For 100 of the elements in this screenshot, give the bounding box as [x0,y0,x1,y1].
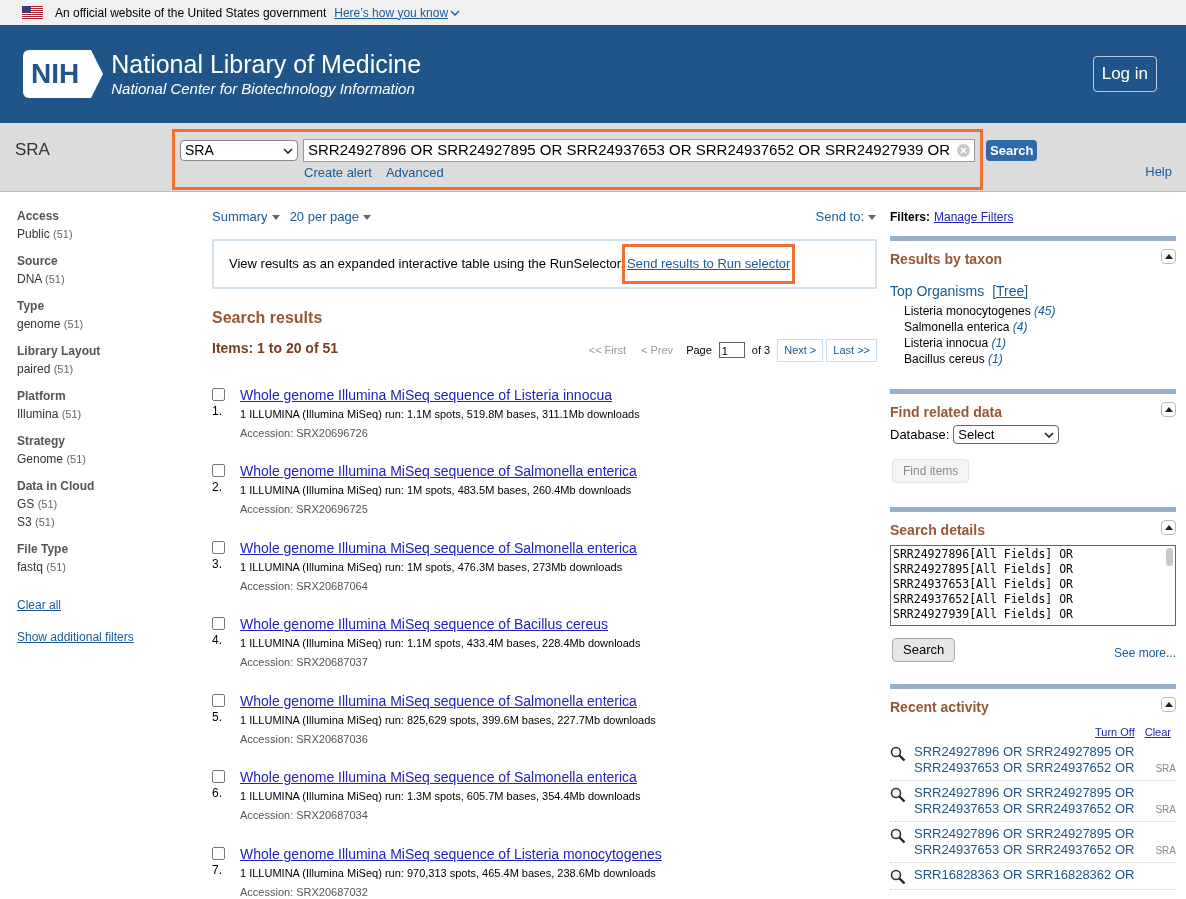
banner-link[interactable]: Here’s how you know [334,3,461,22]
triangle-up-icon [1164,524,1173,530]
magnifier-icon [890,869,906,885]
collapse-toggle[interactable] [1161,696,1176,712]
result-number: 2. [212,479,222,497]
result-accession: Accession: SRX20687064 [240,578,369,594]
search-option-link[interactable]: Advanced [385,163,444,183]
filter-item[interactable]: genome (51) [17,315,200,333]
tree-link[interactable]: [Tree] [992,281,1029,302]
result-number: 6. [212,785,222,803]
filter-item[interactable]: GS (51) [17,495,200,513]
per-page-menu[interactable]: 20 per page [289,208,372,226]
search-field[interactable]: SRR24927896 OR SRR24927895 OR SRR24937653 OR SRR24937652 OR SRR24927939 OR [303,139,975,162]
result-checkbox[interactable] [212,693,225,707]
filter-item[interactable]: Illumina (51) [17,405,200,423]
result-checkbox[interactable] [212,770,225,784]
result-title-link[interactable]: Whole genome Illumina MiSeq sequence of Salmonella enterica [240,769,641,787]
help-link[interactable]: Help [1145,161,1172,181]
pagination-link[interactable]: Last >> [826,339,877,362]
run-selector-text: View results as an expanded interactive table using the RunSelector. [229,255,625,274]
chevron-down-icon [283,147,293,154]
flag-icon [22,6,43,19]
database-tag: SRA [1155,761,1176,776]
pagination-link[interactable]: Next > [777,339,824,362]
result-checkbox[interactable] [212,464,225,478]
filter-item[interactable]: S3 (51) [17,513,200,531]
filter-item[interactable]: fastq (51) [17,558,200,576]
top-organisms-label: Top Organisms [890,282,985,301]
clear-icon [957,144,970,157]
result-checkbox[interactable] [212,847,225,861]
collapse-toggle[interactable] [1161,519,1176,535]
chevron-down-icon [1044,431,1055,438]
filter-item[interactable]: paired (51) [17,360,200,378]
result-checkbox[interactable] [212,617,225,631]
manage-filters-link[interactable]: Manage Filters [934,208,1014,226]
result-accession: Accession: SRX20687036 [240,731,369,747]
results-title: Search results [212,308,324,328]
collapse-toggle[interactable] [1161,249,1176,264]
turn-off-link[interactable]: Turn Off [1094,723,1135,740]
filter-item[interactable]: Public (51) [17,225,200,243]
result-description: 1 ILLUMINA (Illumina MiSeq) run: 1.1M spots, 519.8M bases, 311.1Mb downloads [240,406,640,422]
result-checkbox[interactable] [212,387,225,401]
result-description: 1 ILLUMINA (Illumina MiSeq) run: 1M spots, 476.3M bases, 273Mb downloads [240,559,624,575]
database-label: Database: [890,426,950,444]
search-option-link[interactable]: Create alert [304,163,372,183]
section-title: Search details [890,520,985,540]
recent-search-link[interactable]: SRR24927896 OR SRR24927895 OR SRR24937653 OR SRR24937652 OR [914,744,1142,776]
format-menu[interactable]: Summary [212,208,280,226]
result-description: 1 ILLUMINA (Illumina MiSeq) run: 970,313 spots, 465.4M bases, 238.6Mb downloads [240,866,657,882]
site-subtitle: National Center for Biotechnology Information [111,80,416,99]
clear-link[interactable]: Clear [1144,723,1171,740]
result-title-link[interactable]: Whole genome Illumina MiSeq sequence of Bacillus cereus [240,616,641,634]
organism-item[interactable]: Bacillus cereus (1) [904,351,1176,367]
result-accession: Accession: SRX20687034 [240,808,369,824]
search-button[interactable]: Search [986,140,1038,161]
results-count: Items: 1 to 20 of 51 [212,338,339,358]
recent-search-link[interactable]: SRR24927896 OR SRR24927895 OR SRR24937653 OR SRR24937652 OR [914,785,1142,817]
section-title: Recent activity [890,697,989,717]
search-details-field[interactable]: SRR24927896[All Fields] OR SRR24927895[All Fields] OR SRR24937653[All Fields] OR SRR24937652[All Fields] OR SRR24927939[All Fields] OR [890,544,1176,626]
login-button[interactable]: Log in [1092,56,1157,92]
organism-item[interactable]: Listeria innocua (1) [904,335,1176,351]
result-title-link[interactable]: Whole genome Illumina MiSeq sequence of Salmonella enterica [240,463,637,481]
database-select[interactable]: SRA [180,140,298,161]
result-title-link[interactable]: Whole genome Illumina MiSeq sequence of Salmonella enterica [240,692,656,710]
recent-search-link[interactable]: SRR24927896 OR SRR24927895 OR SRR24937653 OR SRR24937652 OR [914,826,1142,858]
result-checkbox[interactable] [212,540,225,554]
filter-group-title: Platform [17,388,67,405]
page-label: Page [686,343,712,358]
collapse-toggle[interactable] [1161,402,1176,417]
result-number: 3. [212,555,222,573]
database-select[interactable]: Select [953,425,1060,445]
result-description: 1 ILLUMINA (Illumina MiSeq) run: 1M spots, 483.5M bases, 260.4Mb downloads [240,483,633,499]
result-number: 4. [212,632,222,650]
page-input[interactable]: 1 [718,342,745,359]
result-title-link[interactable]: Whole genome Illumina MiSeq sequence of Listeria innocua [240,386,640,404]
send-to-menu[interactable]: Send to: [815,208,876,226]
filter-group-title: Library Layout [17,343,102,360]
result-title-link[interactable]: Whole genome Illumina MiSeq sequence of Listeria monocytogenes [240,846,662,864]
filter-group-title: Source [17,253,59,270]
filter-group-title: Data in Cloud [17,478,96,495]
database-tag: SRA [1155,843,1176,858]
database-tag: SRA [1155,802,1176,817]
site-title: National Library of Medicine [111,49,422,80]
logo-chevron-icon [87,50,104,98]
filter-link[interactable]: Clear all [17,596,61,614]
caret-icon [363,214,372,220]
run-selector-link[interactable]: Send results to Run selector [622,244,796,284]
filter-link[interactable]: Show additional filters [17,628,134,646]
organism-item[interactable]: Salmonella enterica (4) [904,319,1176,335]
filters-label: Filters: [890,209,930,226]
triangle-up-icon [1164,407,1173,412]
filter-item[interactable]: Genome (51) [17,450,200,468]
filter-item[interactable]: DNA (51) [17,270,200,288]
recent-search-link[interactable]: SRR16828363 OR SRR16828362 OR [914,867,1142,883]
magnifier-icon [890,828,906,844]
filter-group-title: File Type [17,541,70,558]
result-title-link[interactable]: Whole genome Illumina MiSeq sequence of Salmonella enterica [240,539,637,557]
see-more-link[interactable]: See more... [1113,643,1176,662]
organism-item[interactable]: Listeria monocytogenes (45) [904,303,1176,319]
search-button[interactable]: Search [892,637,956,662]
